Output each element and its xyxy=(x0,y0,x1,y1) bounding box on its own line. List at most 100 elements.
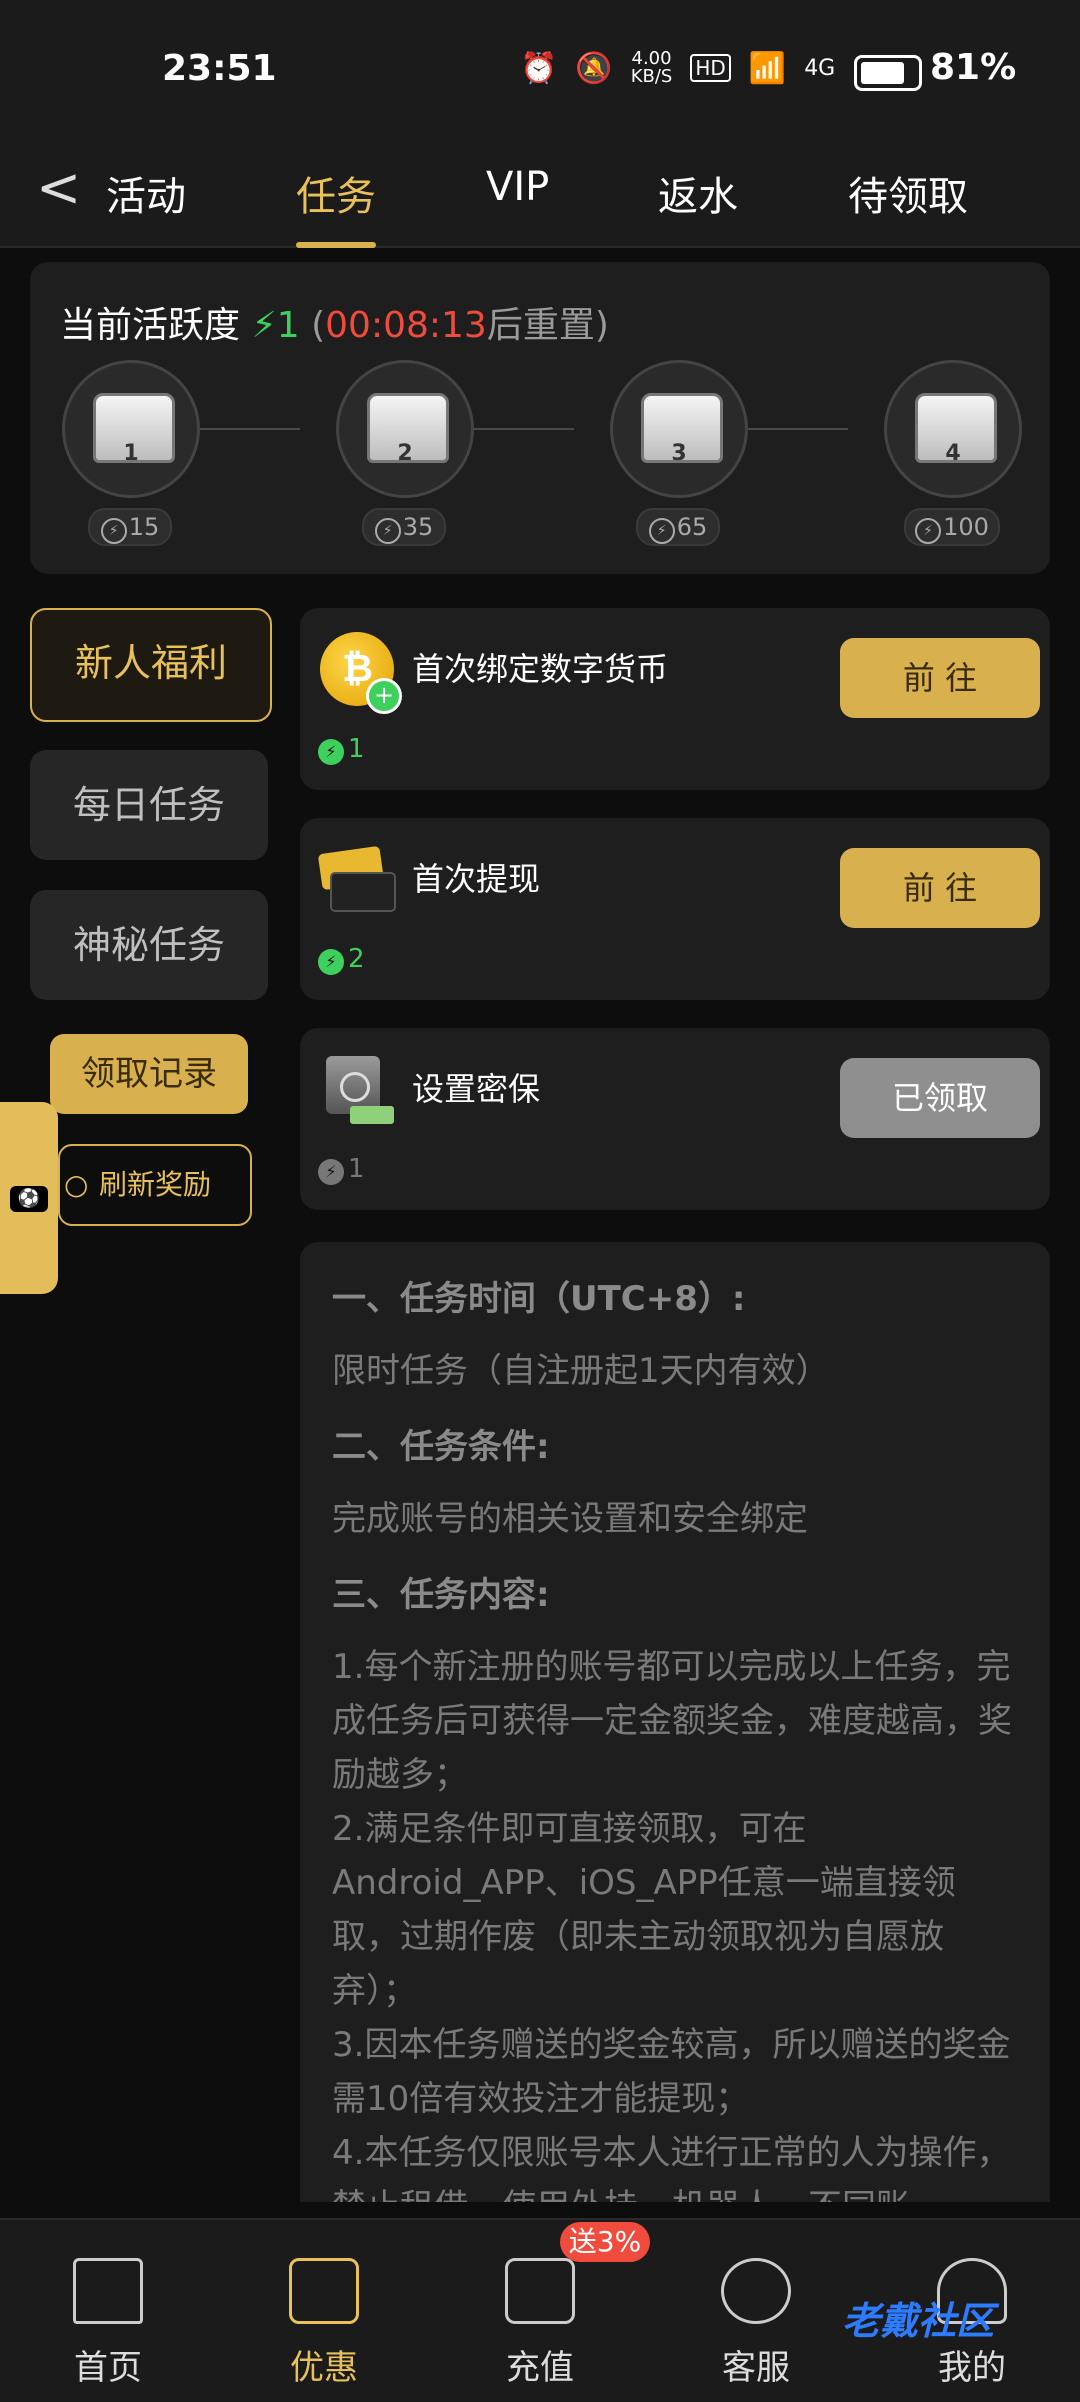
claimed-button[interactable]: 已领取 xyxy=(840,1058,1040,1138)
task-name: 设置密保 xyxy=(412,1070,541,1108)
bolt-icon: ⚡ xyxy=(915,518,942,544)
task-card: 设置密保 ⚡ 1 已领取 xyxy=(300,1028,1050,1210)
credit-cards-icon xyxy=(317,842,396,916)
task-card: ₿ + 首次绑定数字货币 ⚡ 1 前 往 xyxy=(300,608,1050,790)
speed-unit: KB/S xyxy=(630,66,673,87)
rules-heading-conditions: 二、任务条件: xyxy=(332,1427,550,1467)
tab-activity[interactable]: 活动 xyxy=(106,164,186,222)
status-icons: ⏰ 🔕 4.00 KB/S HD 📶 4G xyxy=(520,50,835,86)
rules-heading-content: 三、任务内容: xyxy=(332,1575,550,1615)
safe-money-icon xyxy=(320,1052,394,1126)
activity-value: 1 xyxy=(276,305,300,346)
refresh-rewards-button[interactable]: ○ 刷新奖励 xyxy=(58,1144,252,1226)
reset-countdown: 00:08:13 xyxy=(325,305,487,346)
rules-item: 2.满足条件即可直接领取，可在Android_APP、iOS_APP任意一端直接… xyxy=(332,1809,956,2011)
home-icon xyxy=(73,2258,143,2324)
chest-points: ⚡ 100 xyxy=(904,508,1000,546)
task-name: 首次提现 xyxy=(412,860,541,898)
chest-number: 3 xyxy=(671,441,687,466)
nav-deposit[interactable]: 充值 xyxy=(460,2258,620,2389)
battery-icon xyxy=(854,55,922,91)
rules-panel: 一、任务时间（UTC+8）: 限时任务（自注册起1天内有效） 二、任务条件: 完… xyxy=(300,1242,1050,2202)
status-bar: 23:51 ⏰ 🔕 4.00 KB/S HD 📶 4G 81% xyxy=(0,0,1080,140)
sidebar-item-mystery[interactable]: 神秘任务 xyxy=(30,890,268,1000)
bolt-icon: ⚡ xyxy=(318,739,344,765)
nav-home[interactable]: 首页 xyxy=(28,2258,188,2389)
watermark-logo: 老戴社区 xyxy=(842,2299,995,2343)
chest-3[interactable]: 3 xyxy=(610,360,748,498)
signal-icon: 4G xyxy=(804,55,836,81)
chest-2[interactable]: 2 xyxy=(336,360,474,498)
bolt-icon: ⚡ xyxy=(100,518,127,544)
chest-points: ⚡ 65 xyxy=(636,508,720,546)
chest-points: ⚡ 15 xyxy=(88,508,172,546)
back-icon[interactable]: < xyxy=(36,156,81,219)
chest-1[interactable]: 1 xyxy=(62,360,200,498)
rules-text: 完成账号的相关设置和安全绑定 xyxy=(332,1499,808,1539)
task-reward-value: 1 xyxy=(348,734,365,764)
activity-title: 当前活跃度 ⚡1 (00:08:13后重置) xyxy=(60,296,609,348)
task-reward: ⚡ 1 xyxy=(318,1154,365,1185)
chest-points-value: 100 xyxy=(943,513,989,541)
status-time: 23:51 xyxy=(162,48,277,89)
nav-support-label: 客服 xyxy=(722,2348,790,2388)
hd-icon: HD xyxy=(690,54,731,82)
nav-deposit-label: 充值 xyxy=(506,2348,574,2388)
task-reward-value: 2 xyxy=(348,944,365,974)
mute-icon: 🔕 xyxy=(575,50,613,86)
alarm-icon: ⏰ xyxy=(520,50,558,86)
nav-promotions[interactable]: 优惠 xyxy=(244,2258,404,2389)
task-name: 首次绑定数字货币 xyxy=(412,650,669,688)
task-reward-value: 1 xyxy=(348,1154,365,1184)
chest-points-value: 65 xyxy=(676,513,708,541)
refresh-label: 刷新奖励 xyxy=(98,1168,211,1201)
headset-icon xyxy=(721,2258,791,2324)
bolt-icon: ⚡ xyxy=(374,518,401,544)
progress-connector xyxy=(744,428,848,430)
go-button[interactable]: 前 往 xyxy=(840,638,1040,718)
tab-rebate[interactable]: 返水 xyxy=(658,164,738,222)
gift-icon xyxy=(289,2258,359,2324)
task-reward: ⚡ 1 xyxy=(318,734,365,765)
deposit-bonus-badge: 送3% xyxy=(560,2222,650,2262)
sidebar-item-newbie[interactable]: 新人福利 xyxy=(30,608,272,722)
task-card: 首次提现 ⚡ 2 前 往 xyxy=(300,818,1050,1000)
nav-support[interactable]: 客服 xyxy=(676,2258,836,2389)
tab-vip[interactable]: VIP xyxy=(486,164,549,210)
soccer-ball-icon: ⚽ xyxy=(10,1186,48,1212)
bolt-icon: ⚡ xyxy=(648,518,675,544)
chest-4[interactable]: 4 xyxy=(884,360,1022,498)
speed-indicator: 4.00 KB/S xyxy=(631,50,673,86)
chest-number: 4 xyxy=(945,441,961,466)
refresh-icon: ○ xyxy=(64,1168,89,1201)
bitcoin-add-icon: ₿ + xyxy=(320,632,402,714)
task-reward: ⚡ 2 xyxy=(318,944,365,975)
chest-points-value: 35 xyxy=(402,513,434,541)
rules-item: 1.每个新注册的账号都可以完成以上任务，完成任务后可获得一定金额奖金，难度越高，… xyxy=(332,1647,1012,1795)
sidebar-item-daily[interactable]: 每日任务 xyxy=(30,750,268,860)
chest-points-value: 15 xyxy=(128,513,160,541)
bolt-icon: ⚡ xyxy=(318,1159,344,1185)
rules-item: 3.因本任务赠送的奖金较高，所以赠送的奖金需10倍有效投注才能提现； xyxy=(332,2025,1011,2119)
tab-pending[interactable]: 待领取 xyxy=(848,164,968,222)
top-tab-bar: < 活动 任务 VIP 返水 待领取 xyxy=(0,140,1080,248)
chest-number: 2 xyxy=(397,441,413,466)
rules-text: 限时任务（自注册起1天内有效） xyxy=(332,1351,830,1391)
wifi-icon: 📶 xyxy=(748,50,787,86)
go-button[interactable]: 前 往 xyxy=(840,848,1040,928)
nav-promotions-label: 优惠 xyxy=(290,2348,358,2388)
reset-text: 后重置) xyxy=(486,305,609,346)
battery-percent: 81% xyxy=(930,47,1017,88)
activity-label: 当前活跃度 xyxy=(60,305,241,346)
floating-side-tab[interactable]: ⚽ xyxy=(0,1102,58,1294)
tab-tasks[interactable]: 任务 xyxy=(296,164,376,248)
bolt-icon: ⚡ xyxy=(318,949,344,975)
rules-item: 4.本任务仅限账号本人进行正常的人为操作，禁止租借、使用外挂、机器人、不同账 xyxy=(332,2133,1011,2202)
claim-record-button[interactable]: 领取记录 xyxy=(50,1034,248,1114)
open-paren: ( xyxy=(311,305,326,346)
wallet-icon xyxy=(505,2258,575,2324)
rules-heading-time: 一、任务时间（UTC+8）: xyxy=(332,1279,746,1319)
activity-card: 当前活跃度 ⚡1 (00:08:13后重置) 1 2 3 4 ⚡ 15 ⚡ 35 ⚡… xyxy=(30,262,1050,574)
nav-profile-label: 我的 xyxy=(938,2348,1006,2388)
activity-bolt-icon: ⚡ xyxy=(251,305,277,346)
